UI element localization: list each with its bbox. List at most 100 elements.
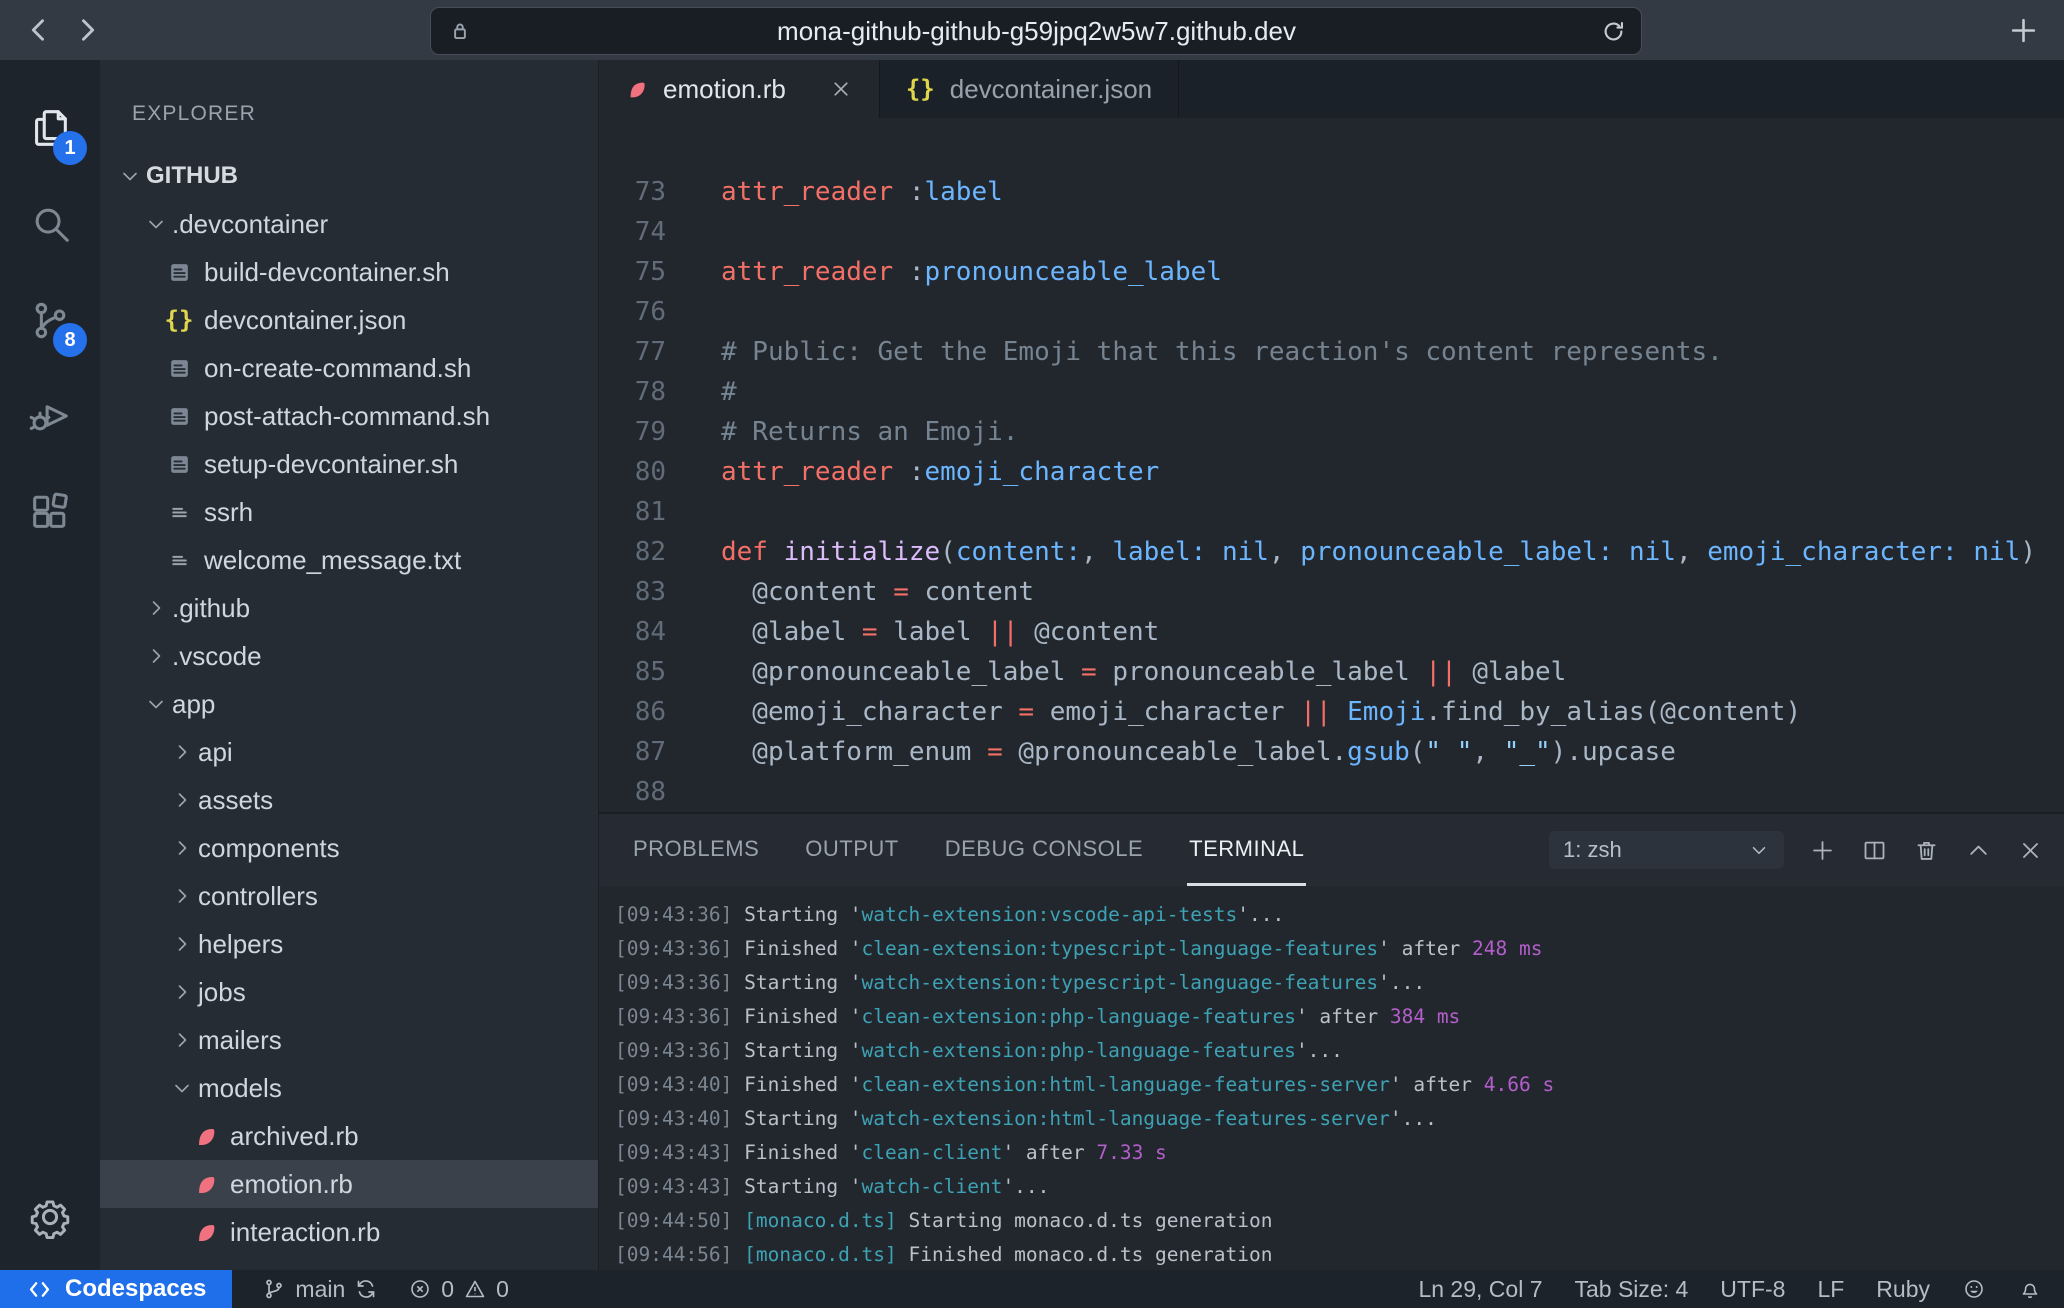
- tree-item-devcontainer-json[interactable]: {}devcontainer.json: [100, 296, 598, 344]
- close-panel-button[interactable]: [2017, 837, 2044, 864]
- shell-file-icon: [166, 356, 192, 381]
- line-content: @emoji_character = emoji_character || Em…: [721, 692, 1801, 732]
- line-number: 76: [599, 292, 666, 332]
- eol-button[interactable]: LF: [1817, 1276, 1844, 1303]
- terminal-line: [09:43:36] Finished 'clean-extension:php…: [615, 1000, 2064, 1034]
- json-file-icon: {}: [906, 75, 935, 103]
- terminal-selector-value: 1: zsh: [1563, 837, 1622, 863]
- forward-button[interactable]: [70, 13, 104, 47]
- branch-button[interactable]: main: [262, 1276, 378, 1303]
- tree-item-helpers[interactable]: helpers: [100, 920, 598, 968]
- chevron-right-icon: [166, 884, 198, 908]
- url-bar[interactable]: mona-github-github-g59jpq2w5w7.github.de…: [430, 7, 1642, 55]
- tree-item-label: devcontainer.json: [204, 305, 406, 336]
- tree-item-ssrh[interactable]: ssrh: [100, 488, 598, 536]
- reload-icon[interactable]: [1600, 18, 1627, 45]
- encoding-button[interactable]: UTF-8: [1720, 1276, 1785, 1303]
- tree-item-api[interactable]: api: [100, 728, 598, 776]
- tree-item-label: .devcontainer: [172, 209, 328, 240]
- line-number: 84: [599, 612, 666, 652]
- line-content: attr_reader :emoji_character: [721, 452, 1159, 492]
- tree-item-app[interactable]: app: [100, 680, 598, 728]
- settings-button[interactable]: [28, 1195, 72, 1244]
- terminal-output[interactable]: [09:43:36] Starting 'watch-extension:vsc…: [599, 886, 2064, 1270]
- tree-item-build-devcontainer-sh[interactable]: build-devcontainer.sh: [100, 248, 598, 296]
- code-line-83: 83 @content = content: [599, 572, 2064, 612]
- panel-tab-problems[interactable]: PROBLEMS: [631, 814, 761, 886]
- line-content: @content = content: [721, 572, 1034, 612]
- tree-item-on-create-command-sh[interactable]: on-create-command.sh: [100, 344, 598, 392]
- line-content: # Returns an Emoji.: [721, 412, 1018, 452]
- error-icon: [408, 1277, 432, 1301]
- line-col-button[interactable]: Ln 29, Col 7: [1418, 1276, 1542, 1303]
- new-tab-button[interactable]: [2007, 14, 2040, 47]
- tree-item-welcome-message-txt[interactable]: welcome_message.txt: [100, 536, 598, 584]
- tree-item--github[interactable]: .github: [100, 584, 598, 632]
- tree-item-label: build-devcontainer.sh: [204, 257, 450, 288]
- tree-item-emotion-rb[interactable]: emotion.rb: [100, 1160, 598, 1208]
- chevron-right-icon: [140, 644, 172, 668]
- smiley-icon: [1962, 1277, 1986, 1301]
- terminal-line: [09:44:50] [monaco.d.ts] Starting monaco…: [615, 1204, 2064, 1238]
- terminal-selector[interactable]: 1: zsh: [1549, 831, 1784, 869]
- maximize-panel-button[interactable]: [1965, 837, 1992, 864]
- new-terminal-button[interactable]: [1809, 837, 1836, 864]
- code-line-86: 86 @emoji_character = emoji_character ||…: [599, 692, 2064, 732]
- tree-item-label: on-create-command.sh: [204, 353, 471, 384]
- activity-item-search[interactable]: [0, 176, 100, 272]
- extensions-icon: [27, 489, 73, 535]
- tree-item-jobs[interactable]: jobs: [100, 968, 598, 1016]
- editor-tab-devcontainer-json[interactable]: {}devcontainer.json: [880, 60, 1179, 118]
- code-editor[interactable]: 73attr_reader :label7475attr_reader :pro…: [599, 118, 2064, 812]
- tree-item-assets[interactable]: assets: [100, 776, 598, 824]
- codespaces-button[interactable]: Codespaces: [0, 1270, 232, 1308]
- activity-item-run-debug[interactable]: [0, 368, 100, 464]
- tab-size-button[interactable]: Tab Size: 4: [1574, 1276, 1688, 1303]
- bell-icon: [2018, 1277, 2042, 1301]
- kill-terminal-button[interactable]: [1913, 837, 1940, 864]
- split-terminal-button[interactable]: [1861, 837, 1888, 864]
- panel-header: PROBLEMS OUTPUT DEBUG CONSOLE TERMINAL 1: z…: [599, 814, 2064, 886]
- sidebar-title: EXPLORER: [132, 102, 598, 126]
- language-button[interactable]: Ruby: [1876, 1276, 1930, 1303]
- chevron-down-icon: [114, 164, 146, 188]
- panel-tab-output[interactable]: OUTPUT: [803, 814, 900, 886]
- tree-item-components[interactable]: components: [100, 824, 598, 872]
- tree-item-label: assets: [198, 785, 273, 816]
- tree-item-label: GITHUB: [146, 162, 238, 190]
- chevron-down-icon: [140, 212, 172, 236]
- notifications-button[interactable]: [2018, 1277, 2042, 1301]
- tree-item-archived-rb[interactable]: archived.rb: [100, 1112, 598, 1160]
- back-button[interactable]: [22, 13, 56, 47]
- tree-item--devcontainer[interactable]: .devcontainer: [100, 200, 598, 248]
- tree-item-label: ssrh: [204, 497, 253, 528]
- tab-close-button[interactable]: [829, 77, 853, 101]
- line-number: 79: [599, 412, 666, 452]
- tree-item--vscode[interactable]: .vscode: [100, 632, 598, 680]
- problems-button[interactable]: 0 0: [408, 1276, 509, 1303]
- code-line-78: 78#: [599, 372, 2064, 412]
- branch-label: main: [295, 1276, 345, 1303]
- terminal-line: [09:44:56] [monaco.d.ts] Finished monaco…: [615, 1238, 2064, 1270]
- shell-file-icon: [166, 404, 192, 429]
- activity-item-explorer[interactable]: 1: [0, 80, 100, 176]
- codespaces-label: Codespaces: [65, 1275, 206, 1303]
- tree-item-post-attach-command-sh[interactable]: post-attach-command.sh: [100, 392, 598, 440]
- panel-tab-debug-console[interactable]: DEBUG CONSOLE: [943, 814, 1145, 886]
- tree-item-models[interactable]: models: [100, 1064, 598, 1112]
- error-count: 0: [441, 1276, 454, 1303]
- feedback-button[interactable]: [1962, 1277, 1986, 1301]
- tree-item-interaction-rb[interactable]: interaction.rb: [100, 1208, 598, 1256]
- panel-tab-terminal[interactable]: TERMINAL: [1187, 814, 1306, 886]
- tree-item-controllers[interactable]: controllers: [100, 872, 598, 920]
- code-line-77: 77# Public: Get the Emoji that this reac…: [599, 332, 2064, 372]
- activity-item-extensions[interactable]: [0, 464, 100, 560]
- terminal-line: [09:43:40] Starting 'watch-extension:htm…: [615, 1102, 2064, 1136]
- sync-icon: [354, 1277, 378, 1301]
- activity-item-source-control[interactable]: 8: [0, 272, 100, 368]
- editor-tab-emotion-rb[interactable]: emotion.rb: [599, 60, 880, 118]
- tree-item-setup-devcontainer-sh[interactable]: setup-devcontainer.sh: [100, 440, 598, 488]
- line-content: @platform_enum = @pronounceable_label.gs…: [721, 732, 1676, 772]
- tree-item-github[interactable]: GITHUB: [100, 152, 598, 200]
- tree-item-mailers[interactable]: mailers: [100, 1016, 598, 1064]
